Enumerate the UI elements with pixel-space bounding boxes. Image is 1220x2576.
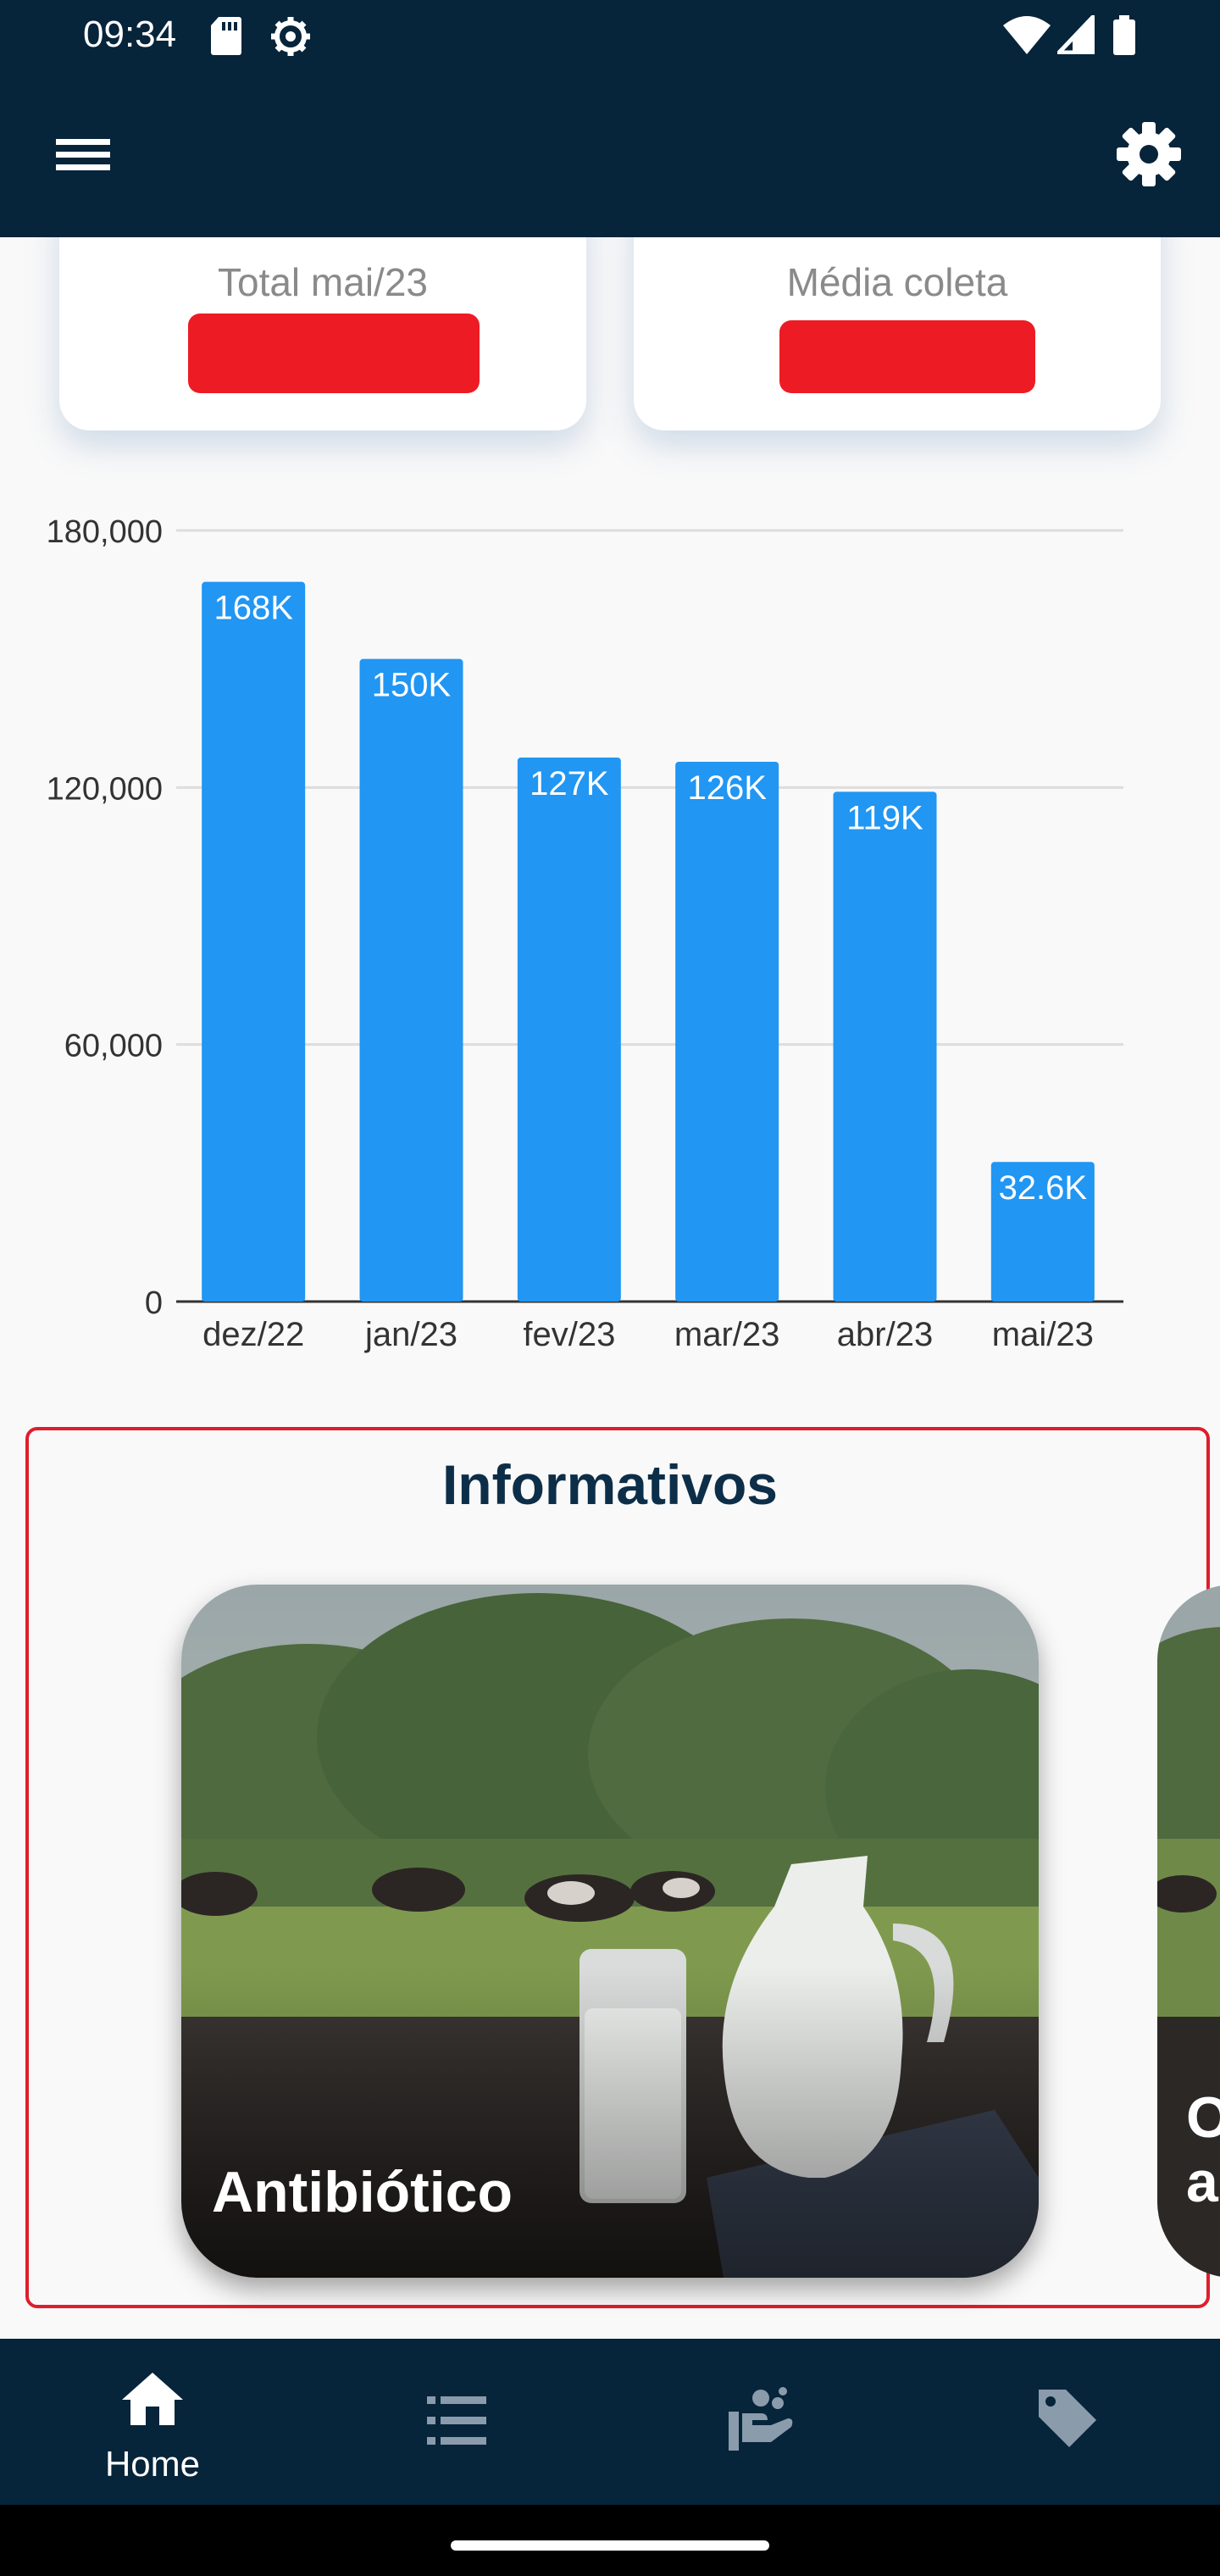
hamburger-menu-icon[interactable] [51, 124, 115, 185]
bar-data-label: 150K [372, 667, 452, 704]
stat-value-total-redacted [188, 314, 480, 393]
sd-card-icon [211, 17, 241, 55]
x-tick-label: fev/23 [523, 1316, 615, 1353]
cell-signal-icon [1057, 15, 1095, 54]
battery-icon [1113, 15, 1135, 55]
x-tick-label: mai/23 [992, 1316, 1094, 1353]
next-card-title-line2: a [1186, 2150, 1218, 2214]
nav-list[interactable] [305, 2339, 610, 2505]
y-tick-label: 60,000 [64, 1029, 163, 1064]
bar [833, 791, 937, 1302]
bar [359, 658, 463, 1302]
x-tick-label: jan/23 [364, 1316, 458, 1353]
y-tick-label: 120,000 [47, 771, 163, 807]
info-card-next[interactable]: O a [1157, 1585, 1220, 2278]
stat-card-media: Média coleta [634, 237, 1161, 430]
gesture-handle[interactable] [451, 2540, 769, 2551]
informativos-title: Informativos [441, 1453, 779, 1516]
x-tick-label: mar/23 [674, 1316, 780, 1353]
x-tick-label: dez/22 [202, 1316, 304, 1353]
tag-icon [1039, 2390, 1096, 2447]
bar [517, 757, 621, 1302]
bar-data-label: 119K [846, 799, 923, 836]
main-content[interactable]: Total mai/23 Média coleta 0 60,000 120,000… [0, 237, 1220, 2339]
bar [202, 581, 306, 1302]
next-card-title-line1: O [1186, 2085, 1220, 2150]
bottom-nav: Home [0, 2339, 1220, 2505]
stat-value-media-redacted [779, 320, 1035, 393]
bar-data-label: 168K [214, 590, 293, 627]
wifi-icon [1003, 16, 1051, 54]
info-card-title: Antibiótico [212, 2160, 513, 2224]
y-tick-label: 180,000 [47, 514, 163, 550]
app-bar [0, 71, 1220, 237]
bar [675, 762, 779, 1302]
stat-card-total: Total mai/23 [59, 237, 586, 430]
stat-label-total: Total mai/23 [217, 260, 428, 304]
list-icon [427, 2396, 486, 2445]
bar-data-label: 126K [687, 769, 767, 807]
x-tick-label: abr/23 [837, 1316, 933, 1353]
info-card-antibiotico[interactable]: Antibiótico [181, 1585, 1039, 2278]
nav-hand-wash[interactable] [610, 2339, 915, 2505]
home-icon [122, 2373, 183, 2425]
y-tick-label: 0 [145, 1285, 163, 1321]
status-bar: 09:34 [0, 0, 1220, 71]
bar-data-label: 32.6K [999, 1169, 1088, 1207]
nav-home-label: Home [104, 2444, 201, 2484]
system-gesture-area [0, 2505, 1220, 2576]
hand-wash-icon [729, 2387, 793, 2451]
status-time: 09:34 [83, 14, 177, 55]
nav-tag[interactable] [915, 2339, 1220, 2505]
nav-home[interactable]: Home [0, 2339, 305, 2505]
gear-icon[interactable] [1115, 120, 1183, 188]
settings-gear-status-icon [271, 17, 310, 56]
bar-data-label: 127K [530, 765, 609, 802]
stat-label-media: Média coleta [786, 260, 1008, 304]
